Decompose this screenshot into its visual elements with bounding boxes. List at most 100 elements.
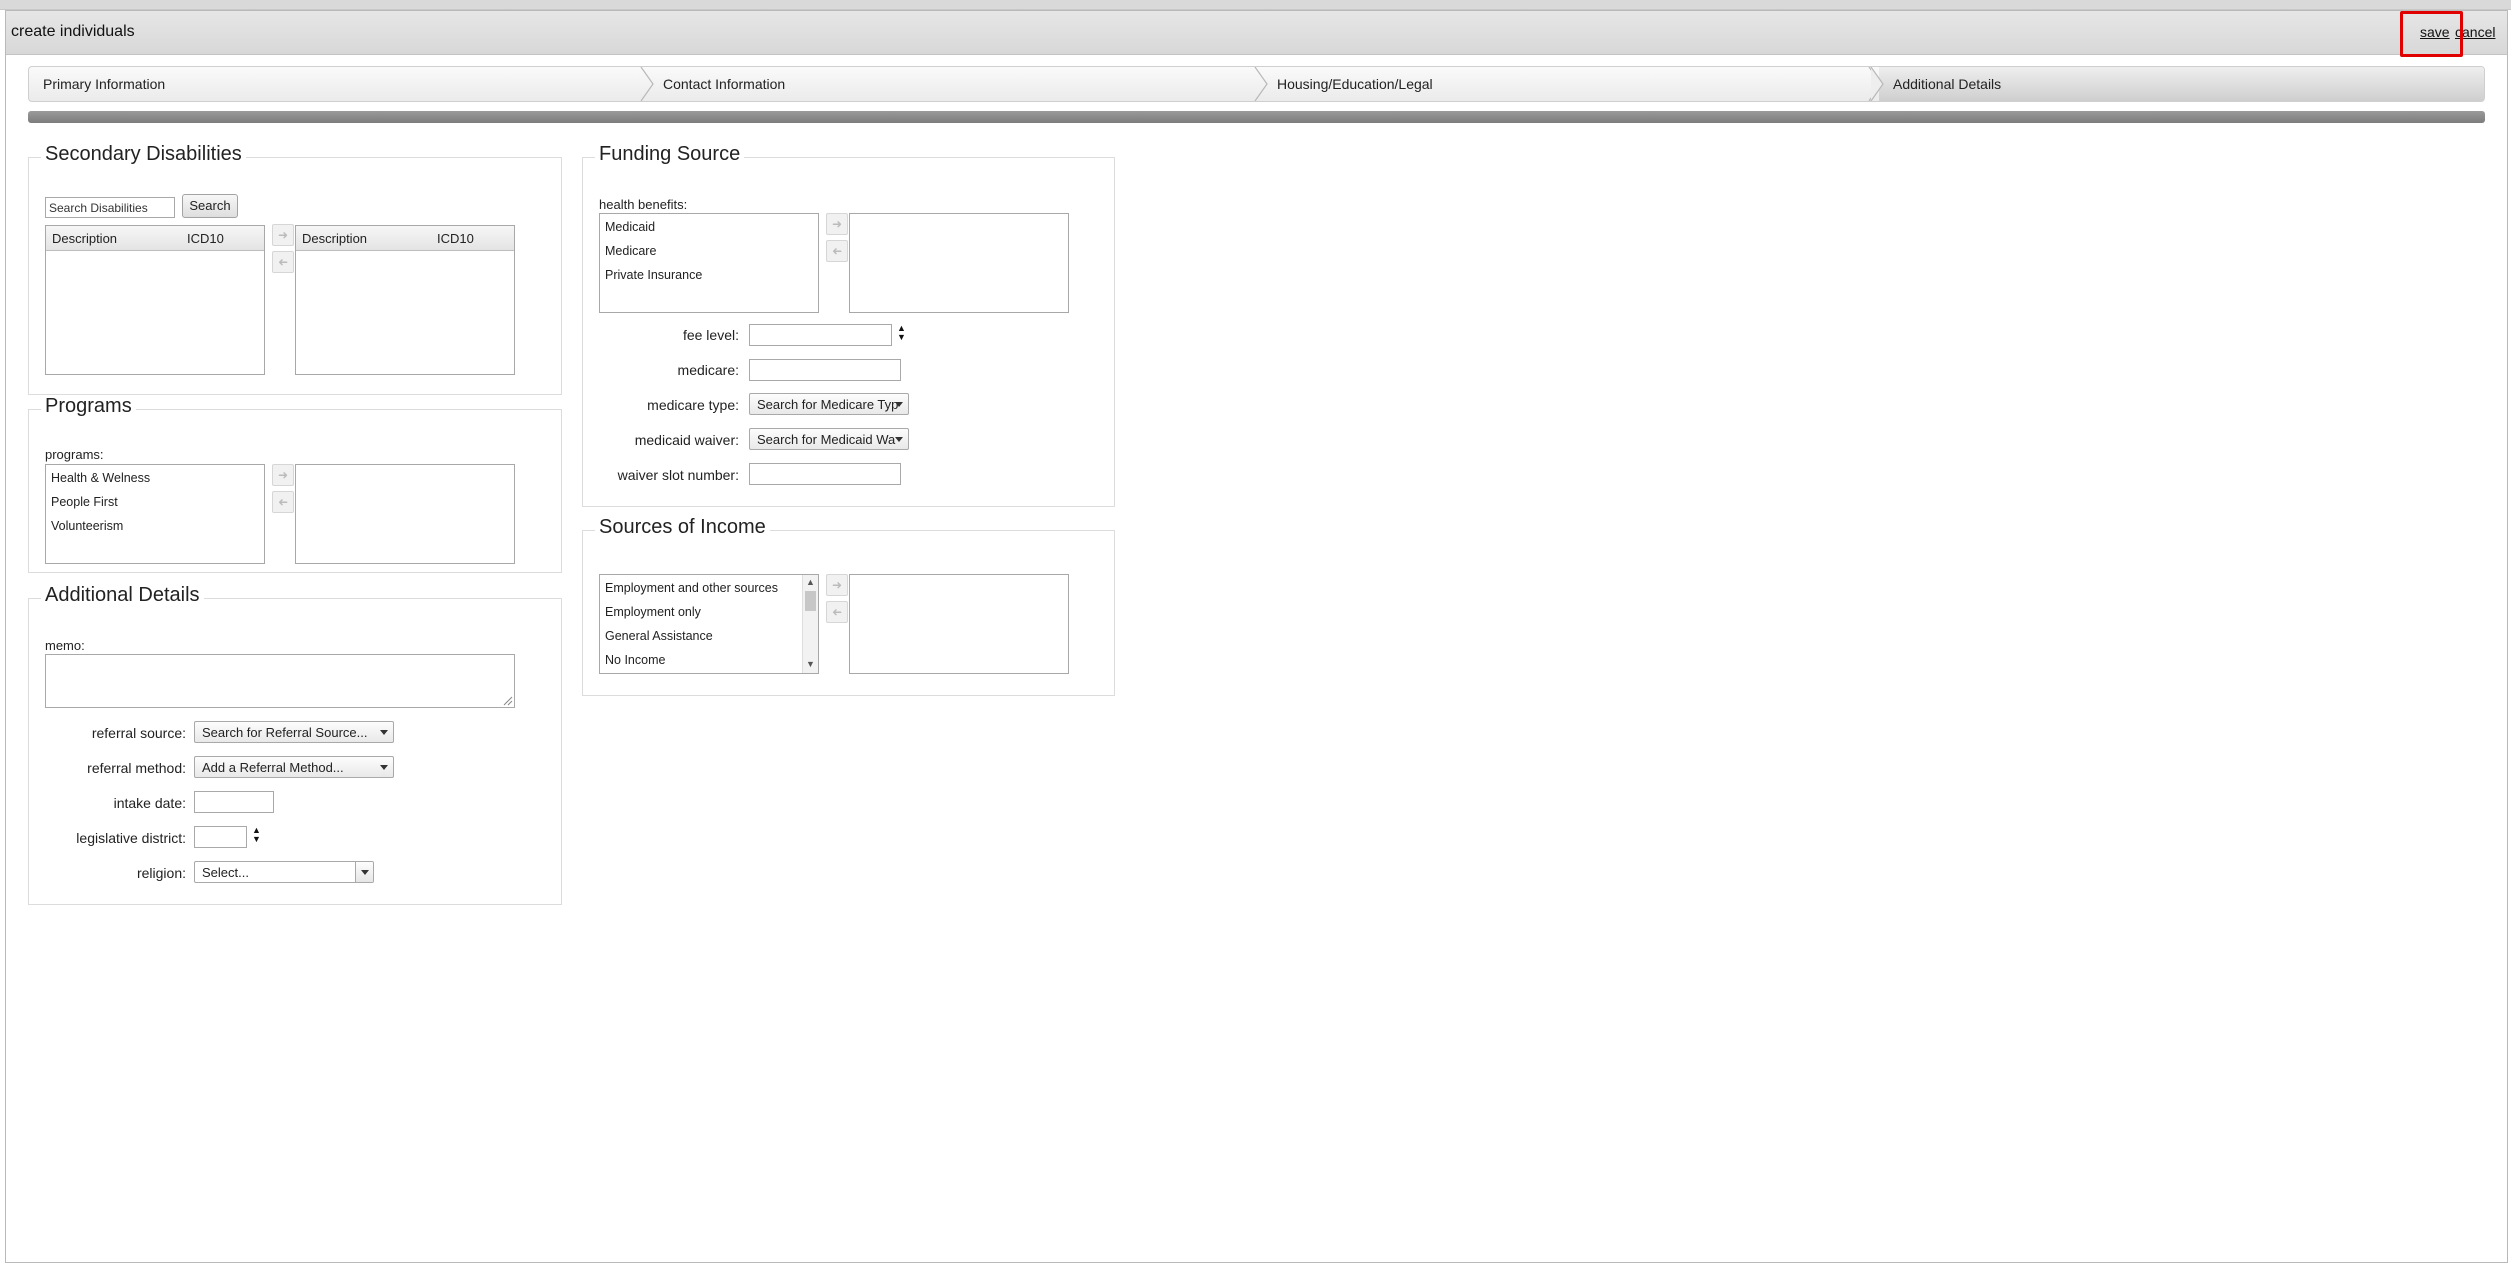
list-item[interactable]: People First: [51, 495, 118, 509]
tab-housing-education-legal[interactable]: Housing/Education/Legal: [1263, 67, 1877, 101]
column-description: Description: [302, 231, 368, 246]
medicare-input[interactable]: [749, 359, 901, 381]
list-item[interactable]: Employment only: [605, 605, 701, 619]
arrow-left-icon: ➜: [277, 495, 289, 509]
waiver-slot-number-label: waiver slot number:: [617, 467, 739, 483]
move-right-button[interactable]: ➜: [272, 464, 294, 486]
available-disabilities-list[interactable]: Description ICD10: [45, 225, 265, 375]
memo-textarea[interactable]: [45, 654, 515, 708]
selected-health-benefits-list[interactable]: [849, 213, 1069, 313]
tab-label: Contact Information: [663, 76, 786, 92]
memo-label: memo:: [45, 638, 85, 653]
tab-label: Additional Details: [1893, 76, 2002, 92]
medicaid-waiver-label: medicaid waiver:: [634, 432, 739, 448]
tab-label: Housing/Education/Legal: [1277, 76, 1433, 92]
arrow-left-icon: ➜: [277, 255, 289, 269]
selected-disabilities-list[interactable]: Description ICD10: [295, 225, 515, 375]
referral-method-value: Add a Referral Method...: [202, 760, 344, 775]
list-item[interactable]: Medicare: [605, 244, 656, 258]
chevron-down-icon: [895, 437, 903, 442]
save-button[interactable]: save: [2420, 24, 2450, 40]
selected-programs-list[interactable]: [295, 464, 515, 564]
list-item[interactable]: Employment and other sources: [605, 581, 778, 595]
move-right-button[interactable]: ➜: [826, 213, 848, 235]
chevron-down-icon: [361, 870, 369, 875]
scroll-up-icon[interactable]: ▲: [806, 577, 815, 587]
medicaid-waiver-value: Search for Medicaid Wa: [757, 432, 896, 447]
background-page-strip: [0, 0, 2511, 10]
tab-primary-information[interactable]: Primary Information: [29, 67, 647, 101]
spinner-arrows-icon[interactable]: ▲ ▼: [252, 826, 261, 844]
chevron-down-icon: [380, 730, 388, 735]
column-icd10: ICD10: [187, 231, 224, 246]
dialog-titlebar: create individuals save cancel: [6, 11, 2507, 55]
medicare-type-value: Search for Medicare Typ: [757, 397, 899, 412]
list-item[interactable]: General Assistance: [605, 629, 713, 643]
list-header: Description ICD10: [296, 226, 514, 251]
arrow-right-icon: ➜: [277, 228, 289, 242]
medicare-type-label: medicare type:: [647, 397, 739, 413]
create-individuals-dialog: create individuals save cancel Primary I…: [5, 10, 2508, 1263]
programs-label: programs:: [45, 447, 104, 462]
move-left-button[interactable]: ➜: [826, 240, 848, 262]
intake-date-label: intake date:: [113, 795, 186, 811]
referral-method-dropdown[interactable]: Add a Referral Method...: [194, 756, 394, 778]
chevron-down-icon: [895, 402, 903, 407]
arrow-right-icon: ➜: [831, 578, 843, 592]
referral-method-label: referral method:: [87, 760, 186, 776]
arrow-right-icon: ➜: [831, 217, 843, 231]
move-left-button[interactable]: ➜: [826, 601, 848, 623]
wizard-steps: Primary Information Contact Information …: [28, 66, 2485, 102]
wizard-progress-bar: [28, 111, 2485, 123]
cancel-button[interactable]: cancel: [2455, 24, 2495, 40]
step-separator-icon: [1870, 67, 1884, 101]
arrow-right-icon: ➜: [277, 468, 289, 482]
spinner-arrows-icon[interactable]: ▲ ▼: [897, 324, 906, 342]
medicare-label: medicare:: [677, 362, 739, 378]
move-left-button[interactable]: ➜: [272, 251, 294, 273]
medicare-type-dropdown[interactable]: Search for Medicare Typ: [749, 393, 909, 415]
scrollbar-thumb[interactable]: [805, 591, 816, 611]
disability-search-input[interactable]: Search Disabilities: [45, 197, 175, 218]
move-left-button[interactable]: ➜: [272, 491, 294, 513]
additional-details-panel: [28, 598, 562, 905]
religion-value: Select...: [202, 865, 249, 880]
referral-source-value: Search for Referral Source...: [202, 725, 368, 740]
list-header: Description ICD10: [46, 226, 264, 251]
available-programs-list[interactable]: Health & Welness People First Volunteeri…: [45, 464, 265, 564]
disability-search-button[interactable]: Search: [182, 194, 238, 218]
tab-additional-details[interactable]: Additional Details: [1879, 67, 2484, 101]
sources-of-income-legend: Sources of Income: [595, 516, 770, 539]
intake-date-input[interactable]: [194, 791, 274, 813]
waiver-slot-number-input[interactable]: [749, 463, 901, 485]
fee-level-input[interactable]: [749, 324, 892, 346]
income-list-scrollbar[interactable]: ▲ ▼: [802, 575, 818, 673]
referral-source-dropdown[interactable]: Search for Referral Source...: [194, 721, 394, 743]
available-income-sources-list[interactable]: Employment and other sources Employment …: [599, 574, 819, 674]
legislative-district-label: legislative district:: [76, 830, 186, 846]
funding-source-legend: Funding Source: [595, 143, 745, 166]
programs-legend: Programs: [41, 395, 136, 418]
religion-select[interactable]: Select...: [194, 861, 374, 883]
resize-grip-icon[interactable]: [503, 696, 513, 706]
religion-label: religion:: [136, 865, 186, 881]
arrow-left-icon: ➜: [831, 605, 843, 619]
move-right-button[interactable]: ➜: [272, 224, 294, 246]
available-health-benefits-list[interactable]: Medicaid Medicare Private Insurance: [599, 213, 819, 313]
health-benefits-label: health benefits:: [599, 197, 688, 212]
move-right-button[interactable]: ➜: [826, 574, 848, 596]
list-item[interactable]: Health & Welness: [51, 471, 150, 485]
selected-income-sources-list[interactable]: [849, 574, 1069, 674]
list-item[interactable]: Volunteerism: [51, 519, 123, 533]
arrow-left-icon: ➜: [831, 244, 843, 258]
fee-level-label: fee level:: [682, 327, 739, 343]
column-description: Description: [52, 231, 118, 246]
scroll-down-icon[interactable]: ▼: [806, 659, 815, 669]
list-item[interactable]: Medicaid: [605, 220, 655, 234]
tab-contact-information[interactable]: Contact Information: [649, 67, 1262, 101]
list-item[interactable]: Private Insurance: [605, 268, 702, 282]
religion-dropdown-button[interactable]: [355, 862, 373, 882]
medicaid-waiver-dropdown[interactable]: Search for Medicaid Wa: [749, 428, 909, 450]
legislative-district-input[interactable]: [194, 826, 247, 848]
list-item[interactable]: No Income: [605, 653, 665, 667]
